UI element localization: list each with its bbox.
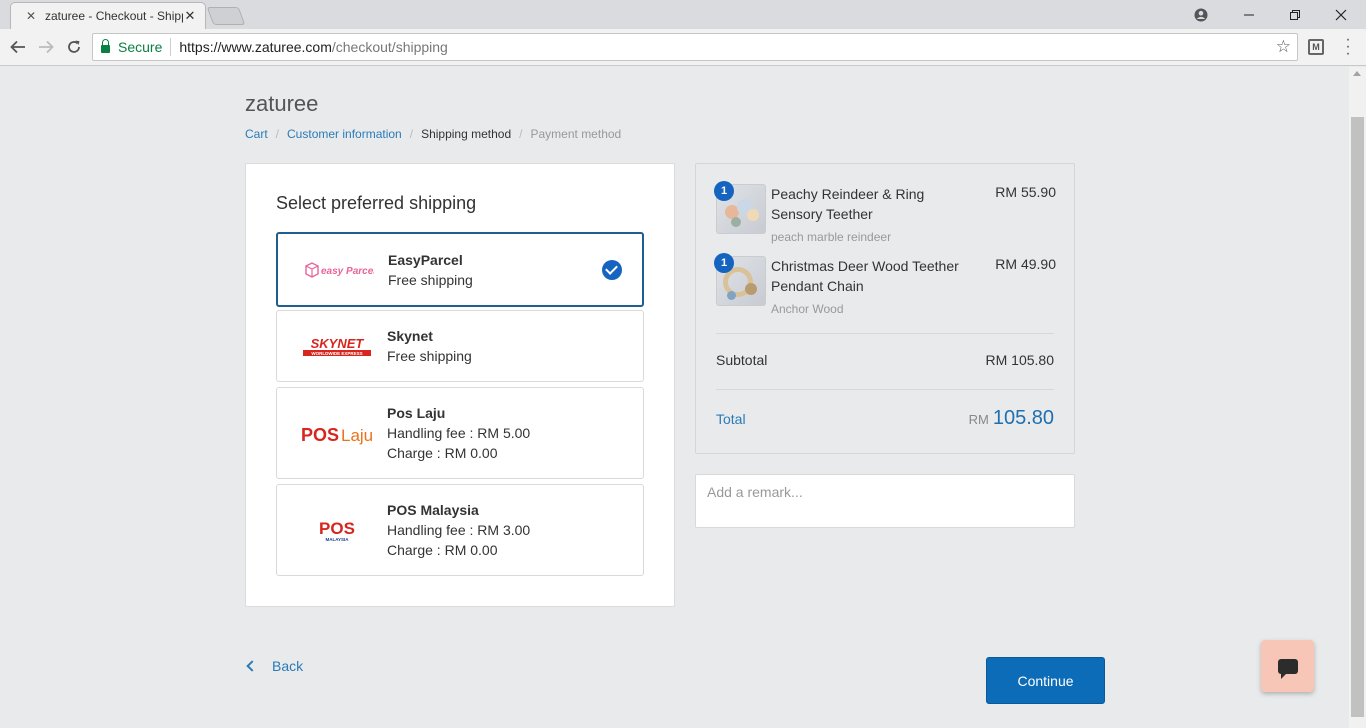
- shipping-title: Select preferred shipping: [276, 193, 477, 213]
- item-price: RM 49.90: [995, 256, 1056, 272]
- scroll-up-arrow-icon[interactable]: [1353, 71, 1361, 76]
- restore-icon[interactable]: [1272, 0, 1318, 29]
- breadcrumb-customer-information[interactable]: Customer information: [287, 127, 402, 141]
- shipping-option-fee: Free shipping: [387, 348, 472, 364]
- profile-icon[interactable]: [1178, 0, 1224, 29]
- shipping-option-charge: Charge : RM 0.00: [387, 542, 498, 558]
- bookmark-star-icon[interactable]: ☆: [1276, 37, 1291, 57]
- summary-divider: [716, 389, 1054, 390]
- item-variant: peach marble reindeer: [771, 230, 892, 244]
- new-tab-button[interactable]: [206, 7, 246, 25]
- shipping-option-name: Skynet: [387, 328, 433, 344]
- breadcrumb-shipping-method: Shipping method: [421, 127, 512, 141]
- breadcrumb-separator: /: [275, 127, 280, 141]
- item-price: RM 55.90: [995, 184, 1056, 200]
- store-brand[interactable]: zaturee: [245, 91, 318, 117]
- breadcrumb-separator: /: [409, 127, 414, 141]
- browser-toolbar: Secure https://www.zaturee.com/checkout/…: [0, 29, 1366, 66]
- breadcrumb: Cart / Customer information / Shipping m…: [245, 127, 621, 141]
- breadcrumb-separator: /: [519, 127, 523, 141]
- browser-tab[interactable]: ✕ zaturee - Checkout - Shipping method ✕: [10, 2, 206, 29]
- close-window-icon[interactable]: [1318, 0, 1364, 29]
- item-name: Christmas Deer Wood Teether Pendant Chai…: [771, 258, 959, 294]
- shipping-option-name: EasyParcel: [388, 252, 463, 268]
- url-host: https://www.zaturee.com: [179, 39, 332, 55]
- quantity-badge: 1: [714, 181, 734, 201]
- shipping-option-text: Skynet Free shipping: [387, 326, 472, 366]
- shipping-option-fee: Free shipping: [388, 272, 473, 288]
- browser-tabstrip: ✕ zaturee - Checkout - Shipping method ✕: [0, 0, 1366, 29]
- breadcrumb-cart[interactable]: Cart: [245, 127, 268, 141]
- extension-icon[interactable]: M: [1308, 39, 1324, 55]
- selected-check-icon: [602, 260, 622, 280]
- total-value: RM 105.80: [969, 407, 1054, 430]
- scroll-thumb[interactable]: [1351, 117, 1364, 717]
- line-item: 1 Christmas Deer Wood Teether Pendant Ch…: [714, 253, 1056, 318]
- continue-button[interactable]: Continue: [986, 657, 1105, 704]
- easyparcel-logo: easy Parcel: [302, 256, 374, 284]
- address-bar[interactable]: Secure https://www.zaturee.com/checkout/…: [92, 33, 1298, 61]
- site-favicon-icon: ✕: [25, 9, 37, 23]
- back-arrow-icon[interactable]: [6, 35, 30, 59]
- shipping-option-handling-fee: Handling fee : RM 3.00: [387, 522, 531, 538]
- chat-bubble-icon: [1277, 658, 1298, 679]
- shipping-option-text: POS Malaysia Handling fee : RM 3.00 Char…: [387, 500, 530, 560]
- pos-malaysia-logo-text: POS: [319, 519, 355, 538]
- shipping-option-pos-malaysia[interactable]: POS MALAYSIA POS Malaysia Handling fee :…: [276, 484, 644, 576]
- shipping-option-name: Pos Laju: [387, 405, 446, 421]
- back-button[interactable]: Back: [245, 658, 303, 674]
- total-label: Total: [716, 411, 746, 427]
- item-name: Peachy Reindeer & Ring Sensory Teether: [771, 186, 925, 222]
- poslaju-logo-pos: POS: [301, 425, 339, 445]
- item-variant: Anchor Wood: [771, 302, 844, 316]
- back-label: Back: [272, 658, 304, 674]
- shipping-option-text: Pos Laju Handling fee : RM 5.00 Charge :…: [387, 403, 530, 463]
- browser-menu-icon[interactable]: · · ·: [1344, 32, 1352, 62]
- forward-arrow-icon[interactable]: [34, 35, 58, 59]
- shipping-option-poslaju[interactable]: POS Laju Pos Laju Handling fee : RM 5.00…: [276, 387, 644, 479]
- subtotal-value: RM 105.80: [985, 352, 1054, 368]
- line-item: 1 Peachy Reindeer & Ring Sensory Teether…: [714, 181, 1056, 246]
- pos-malaysia-logo-subtext: MALAYSIA: [325, 537, 349, 542]
- total-currency: RM: [968, 412, 989, 427]
- summary-divider: [716, 333, 1054, 334]
- quantity-badge: 1: [714, 253, 734, 273]
- skynet-logo: SKYNET WORLDWIDE EXPRESS: [301, 333, 373, 361]
- breadcrumb-payment-method: Payment method: [530, 127, 622, 141]
- omnibox-separator: [170, 38, 172, 56]
- chevron-left-icon: [246, 660, 258, 672]
- subtotal-label: Subtotal: [716, 352, 768, 368]
- reload-icon[interactable]: [62, 35, 86, 59]
- order-summary: 1 Peachy Reindeer & Ring Sensory Teether…: [695, 163, 1075, 454]
- shipping-option-handling-fee: Handling fee : RM 5.00: [387, 425, 531, 441]
- poslaju-logo-laju: Laju: [341, 426, 373, 445]
- easyparcel-logo-text: easy Parcel: [321, 266, 374, 277]
- secure-label: Secure: [118, 39, 163, 55]
- pos-malaysia-logo: POS MALAYSIA: [301, 517, 373, 545]
- remark-input[interactable]: [695, 474, 1075, 528]
- lock-icon: [101, 39, 110, 53]
- total-amount: 105.80: [992, 407, 1054, 429]
- subtotal-row: Subtotal RM 105.80: [716, 352, 1054, 368]
- shipping-option-skynet[interactable]: SKYNET WORLDWIDE EXPRESS Skynet Free shi…: [276, 310, 644, 382]
- tab-close-icon[interactable]: ✕: [183, 8, 197, 23]
- page-scrollbar[interactable]: [1349, 67, 1366, 728]
- shipping-option-easyparcel[interactable]: easy Parcel EasyParcel Free shipping: [276, 232, 644, 307]
- total-row: Total RM 105.80: [716, 407, 1054, 430]
- poslaju-logo: POS Laju: [301, 420, 373, 448]
- shipping-option-charge: Charge : RM 0.00: [387, 445, 498, 461]
- skynet-logo-text: SKYNET: [311, 336, 365, 351]
- url-path: /checkout/shipping: [331, 39, 448, 55]
- minimize-icon[interactable]: [1226, 0, 1272, 29]
- shipping-option-name: POS Malaysia: [387, 502, 479, 518]
- shipping-option-text: EasyParcel Free shipping: [388, 250, 473, 290]
- chat-button[interactable]: [1261, 640, 1314, 692]
- tab-title: zaturee - Checkout - Shipping method: [45, 9, 183, 23]
- shipping-card: Select preferred shipping easy Parcel Ea…: [245, 163, 675, 607]
- skynet-logo-subtext: WORLDWIDE EXPRESS: [311, 351, 362, 356]
